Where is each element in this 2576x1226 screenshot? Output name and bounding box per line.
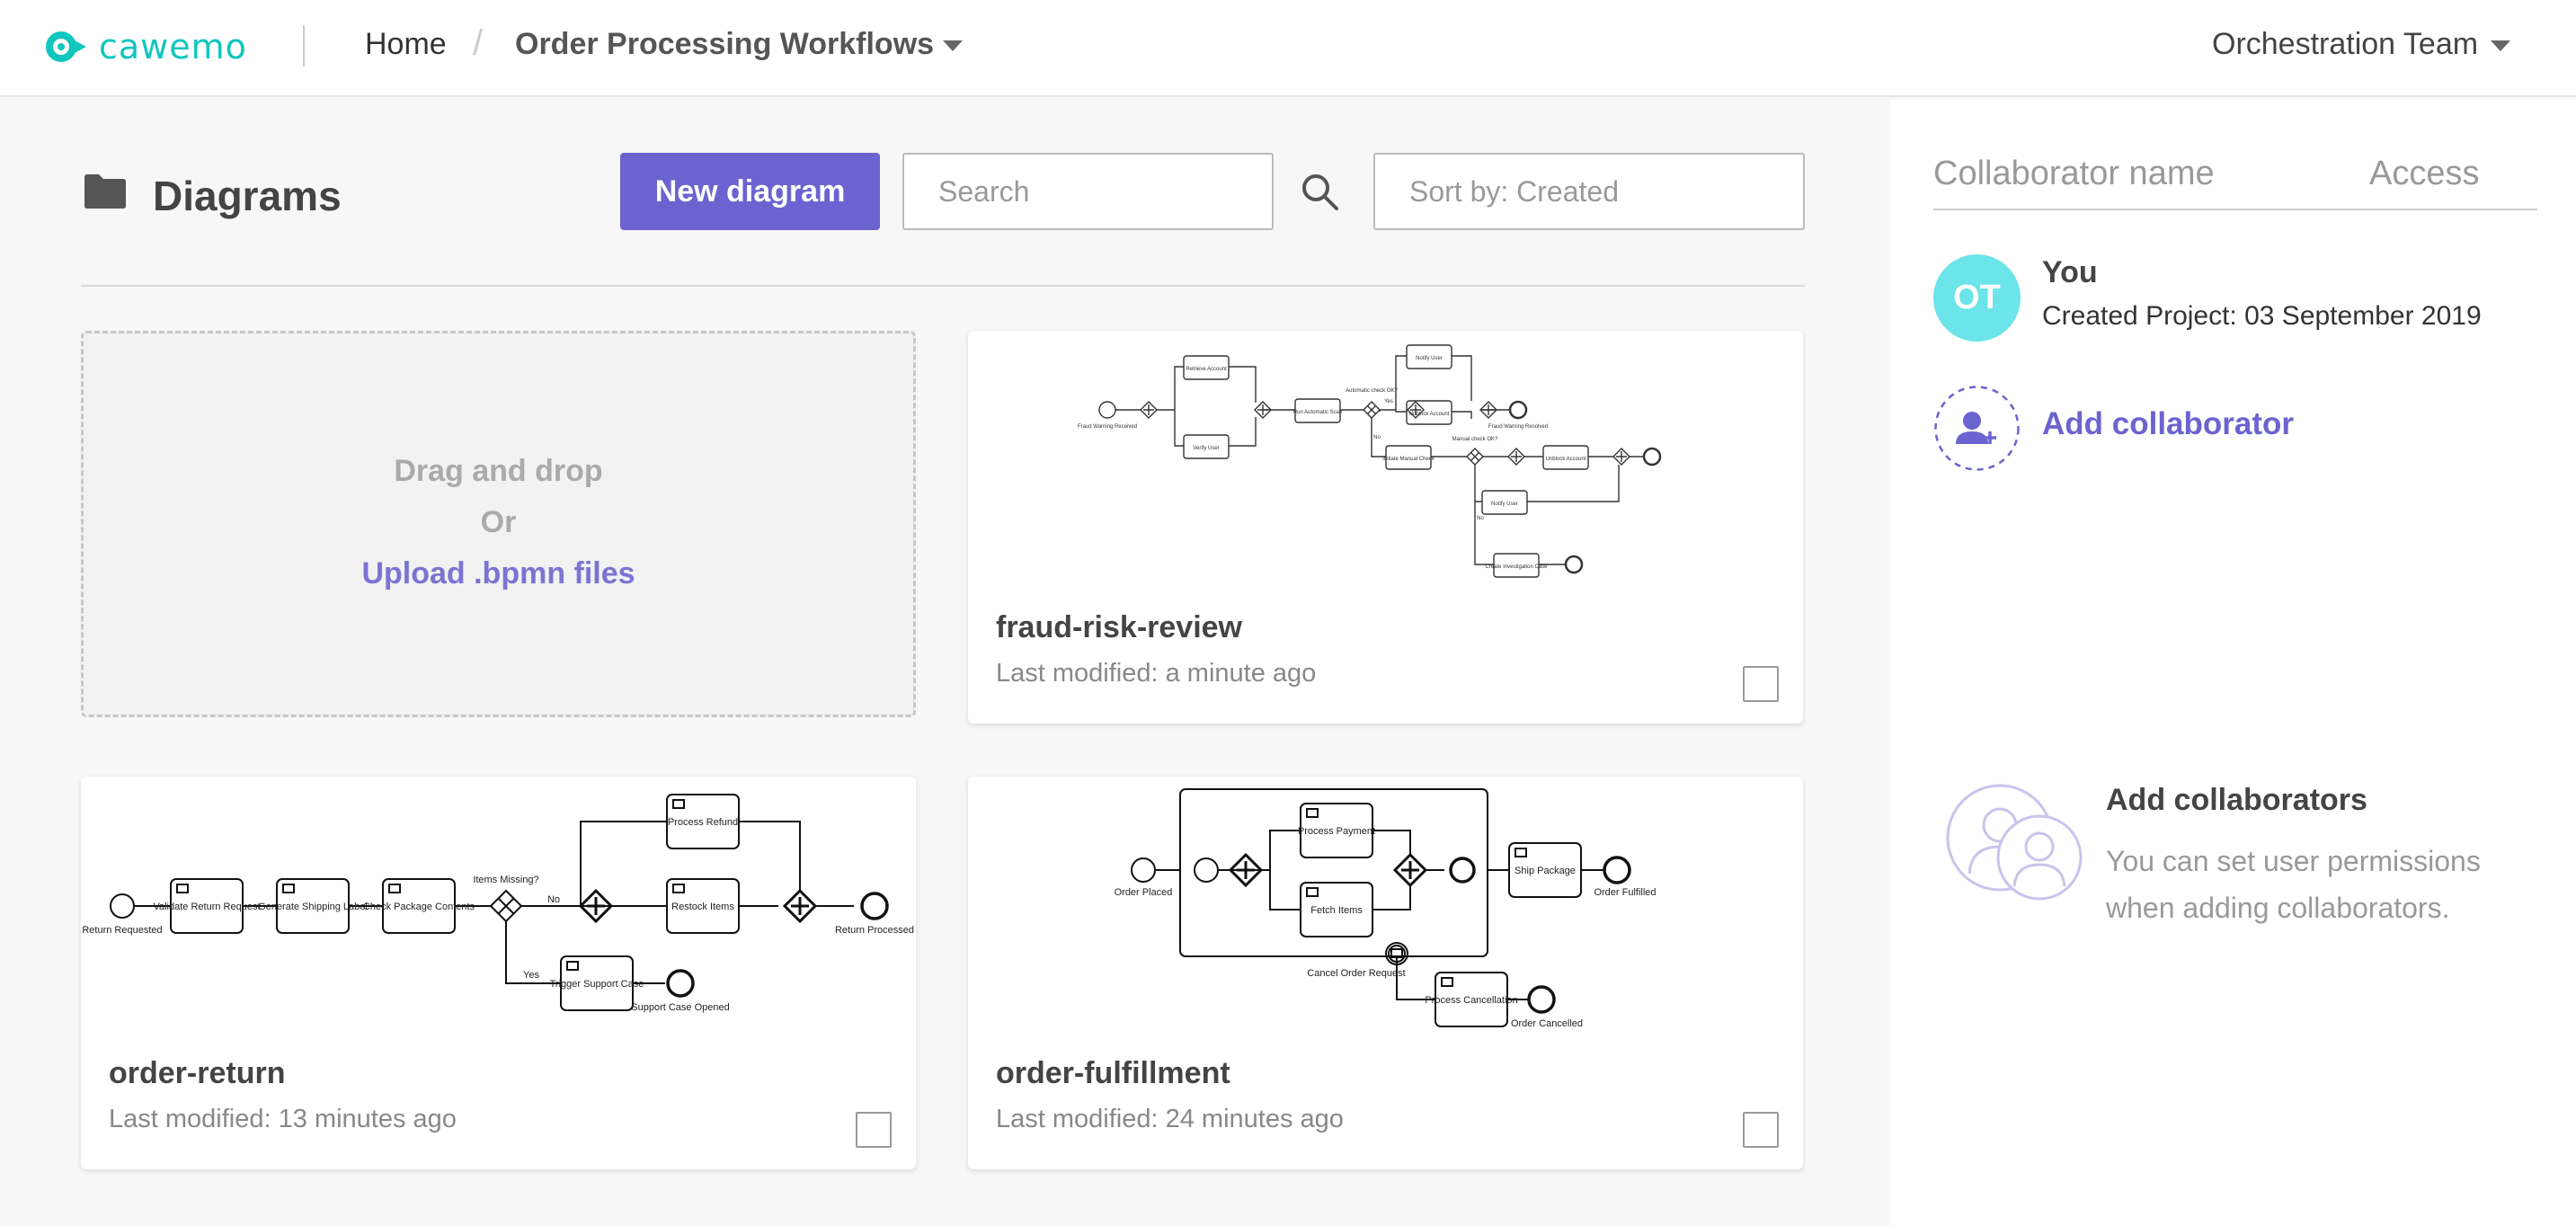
diagram-label: Create Investigation Case [1485, 564, 1548, 570]
diagram-label: No [547, 894, 560, 905]
chevron-down-icon[interactable] [2491, 40, 2510, 51]
diagram-label: Generate Shipping Label [258, 902, 368, 912]
diagram-thumbnail: Order Placed Process Payment Fetch Items… [1115, 788, 1657, 1029]
chevron-down-icon[interactable] [943, 40, 963, 51]
diagram-label: Retrieve Account [1186, 367, 1227, 372]
new-diagram-button[interactable]: New diagram [620, 153, 880, 230]
logo-text: cawemo [99, 27, 247, 67]
diagram-label: No [1477, 516, 1484, 521]
diagram-label: Fraud Warning Received [1078, 424, 1137, 430]
diagram-label: Verify User [1193, 446, 1219, 451]
diagram-name[interactable]: order-return [109, 1056, 285, 1091]
logo[interactable]: cawemo [45, 27, 247, 67]
breadcrumb-home[interactable]: Home [365, 27, 447, 62]
breadcrumb-project[interactable]: Order Processing Workflows [515, 27, 934, 62]
diagram-label: Automatic check OK? [1346, 388, 1398, 394]
empty-state-title: Add collaborators [2106, 783, 2367, 817]
add-collaborator-link[interactable]: Add collaborator [2042, 406, 2294, 442]
diagram-label: Trigger Support Case [550, 979, 644, 990]
diagram-card[interactable]: Fraud Warning Received Retrieve Account … [968, 331, 1803, 724]
diagram-label: Notify User [1491, 502, 1518, 507]
diagram-label: Fetch Items [1310, 905, 1363, 916]
divider [1933, 209, 2537, 210]
diagram-label: Unblock Account [1409, 412, 1450, 417]
diagram-label: Validate Return Request [153, 902, 260, 912]
diagram-label: Order Fulfilled [1594, 887, 1656, 898]
collaborator-name: You [2042, 255, 2098, 289]
diagram-label: Support Case Opened [631, 1002, 729, 1013]
users-icon [1946, 784, 2083, 901]
last-modified: Last modified: 24 minutes ago [996, 1105, 1344, 1133]
search-icon[interactable] [1299, 171, 1340, 212]
folder-icon [84, 174, 126, 209]
select-checkbox[interactable] [1743, 666, 1779, 702]
diagram-label: Order Cancelled [1511, 1018, 1583, 1029]
dropzone-or: Or [480, 505, 517, 539]
diagram-label: Process Refund [668, 817, 738, 828]
top-header: cawemo Home / Order Processing Workflows… [0, 0, 2576, 97]
diagram-label: Yes [523, 970, 539, 981]
diagram-label: Initiate Manual Check [1382, 457, 1435, 462]
dropzone-text: Drag and drop [394, 454, 603, 488]
add-user-icon[interactable] [1933, 385, 2021, 472]
diagram-label: Ship Package [1515, 866, 1576, 876]
diagram-label: Order Placed [1115, 887, 1173, 898]
diagram-label: Manual check OK? [1452, 437, 1498, 442]
diagram-thumbnail: Fraud Warning Received Retrieve Account … [1078, 344, 1662, 578]
column-header-name: Collaborator name [1933, 155, 2215, 192]
avatar: OT [1933, 254, 2021, 342]
diagram-label: Items Missing? [473, 875, 538, 885]
diagram-label: Process Payment [1298, 826, 1375, 837]
team-selector[interactable]: Orchestration Team [2212, 27, 2478, 62]
diagram-card[interactable]: Order Placed Process Payment Fetch Items… [968, 777, 1803, 1169]
diagram-label: Fraud Warning Resolved [1488, 424, 1548, 430]
breadcrumb-separator: / [473, 23, 484, 63]
diagram-name[interactable]: fraud-risk-review [996, 610, 1242, 645]
diagram-label: Unblock Account [1546, 457, 1586, 462]
column-header-access: Access [2369, 155, 2480, 192]
diagram-card[interactable]: Return Requested Validate Return Request… [81, 777, 916, 1169]
diagram-label: Return Requested [82, 925, 162, 936]
diagram-label: Run Automatic Scan [1293, 410, 1342, 415]
header-divider [303, 25, 305, 67]
diagram-label: Cancel Order Request [1307, 968, 1405, 979]
search-input[interactable] [902, 153, 1274, 230]
sort-dropdown[interactable]: Sort by: Created [1373, 153, 1805, 230]
diagram-label: Yes [1384, 399, 1393, 404]
collaborators-panel: Collaborator name Access OT You Created … [1890, 99, 2576, 1226]
diagram-label: Return Processed [835, 925, 914, 936]
diagram-label: Check Package Contents [363, 902, 475, 912]
last-modified: Last modified: 13 minutes ago [109, 1105, 457, 1133]
upload-link[interactable]: Upload .bpmn files [84, 556, 913, 591]
cawemo-logo-icon [46, 31, 86, 62]
diagram-label: Notify User [1416, 356, 1443, 361]
diagram-label: No [1373, 435, 1381, 440]
diagram-thumbnail: Return Requested Validate Return Request… [82, 794, 914, 1013]
upload-dropzone[interactable]: Drag and drop Or Upload .bpmn files [81, 331, 916, 717]
last-modified: Last modified: a minute ago [996, 659, 1317, 688]
diagram-label: Process Cancellation [1425, 995, 1517, 1006]
divider [81, 285, 1805, 287]
select-checkbox[interactable] [856, 1112, 892, 1148]
collaborator-created: Created Project: 03 September 2019 [2042, 301, 2482, 331]
page-title: Diagrams [153, 173, 342, 219]
select-checkbox[interactable] [1743, 1112, 1779, 1148]
diagram-label: Restock Items [671, 902, 734, 912]
empty-state-text: You can set user permissions when adding… [2106, 845, 2481, 924]
diagram-name[interactable]: order-fulfillment [996, 1056, 1230, 1091]
